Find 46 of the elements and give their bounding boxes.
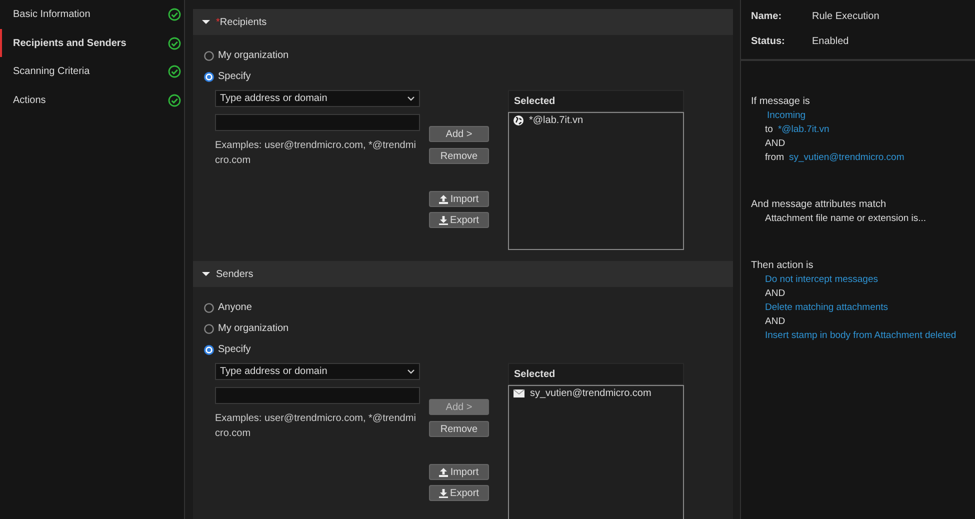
condition-text: AND xyxy=(765,288,786,298)
radio-label[interactable]: My organization xyxy=(218,50,289,61)
condition-link[interactable]: Delete matching attachments xyxy=(765,302,888,312)
condition-label: from xyxy=(765,152,784,162)
section-title: Senders xyxy=(216,268,254,280)
condition-link[interactable]: *@lab.7it.vn xyxy=(778,124,830,134)
field-value: Rule Execution xyxy=(812,11,880,22)
action-button[interactable]: Export xyxy=(429,212,489,228)
condition-text: Attachment file name or extension is... xyxy=(765,212,926,224)
sidebar-item[interactable]: Scanning Criteria xyxy=(0,57,184,86)
condition-text: AND xyxy=(765,316,786,326)
condition-heading: And message attributes match xyxy=(751,198,886,210)
action-button[interactable]: Remove xyxy=(429,148,489,164)
radio-label[interactable]: Specify xyxy=(218,71,251,82)
address-type-dropdown[interactable]: Type address or domain xyxy=(215,363,420,380)
examples-text: Examples: user@trendmicro.com, *@trendmicro.com xyxy=(215,139,417,168)
condition-link[interactable]: sy_vutien@trendmicro.com xyxy=(789,152,904,162)
address-type-dropdown[interactable]: Type address or domain xyxy=(215,90,420,107)
list-header: Selected xyxy=(508,90,684,112)
field-value: Enabled xyxy=(812,36,849,47)
action-button[interactable]: Import xyxy=(429,464,489,480)
list-item[interactable]: *@lab.7it.vn xyxy=(529,115,584,126)
action-button[interactable]: Remove xyxy=(429,421,489,437)
condition-heading: Then action is xyxy=(751,260,814,270)
action-button[interactable]: Export xyxy=(429,485,489,501)
condition-link[interactable]: Insert stamp in body from Attachment deleted xyxy=(765,330,956,340)
radio-label[interactable]: My organization xyxy=(218,323,289,334)
condition-label: to xyxy=(765,124,773,134)
sidebar-item[interactable]: Actions xyxy=(0,86,184,115)
condition-heading: If message is xyxy=(751,96,810,106)
field-label: Name: xyxy=(751,11,783,22)
condition-link[interactable]: Do not intercept messages xyxy=(765,274,878,284)
section-header[interactable]: *Recipients xyxy=(193,9,733,35)
radio-label[interactable]: Specify xyxy=(218,344,251,355)
sidebar-item[interactable]: Basic Information xyxy=(0,0,184,29)
condition-link[interactable]: Incoming xyxy=(767,110,806,120)
list-header: Selected xyxy=(508,363,684,385)
action-button[interactable]: Import xyxy=(429,191,489,207)
list-item[interactable]: sy_vutien@trendmicro.com xyxy=(530,388,652,399)
section-header[interactable]: Senders xyxy=(193,261,733,287)
field-label: Status: xyxy=(751,36,786,47)
condition-text: AND xyxy=(765,138,786,148)
action-button[interactable]: Add > xyxy=(429,126,489,142)
radio-label[interactable]: Anyone xyxy=(218,302,252,313)
section-title: *Recipients xyxy=(216,16,267,28)
examples-text: Examples: user@trendmicro.com, *@trendmicro.com xyxy=(215,412,417,441)
